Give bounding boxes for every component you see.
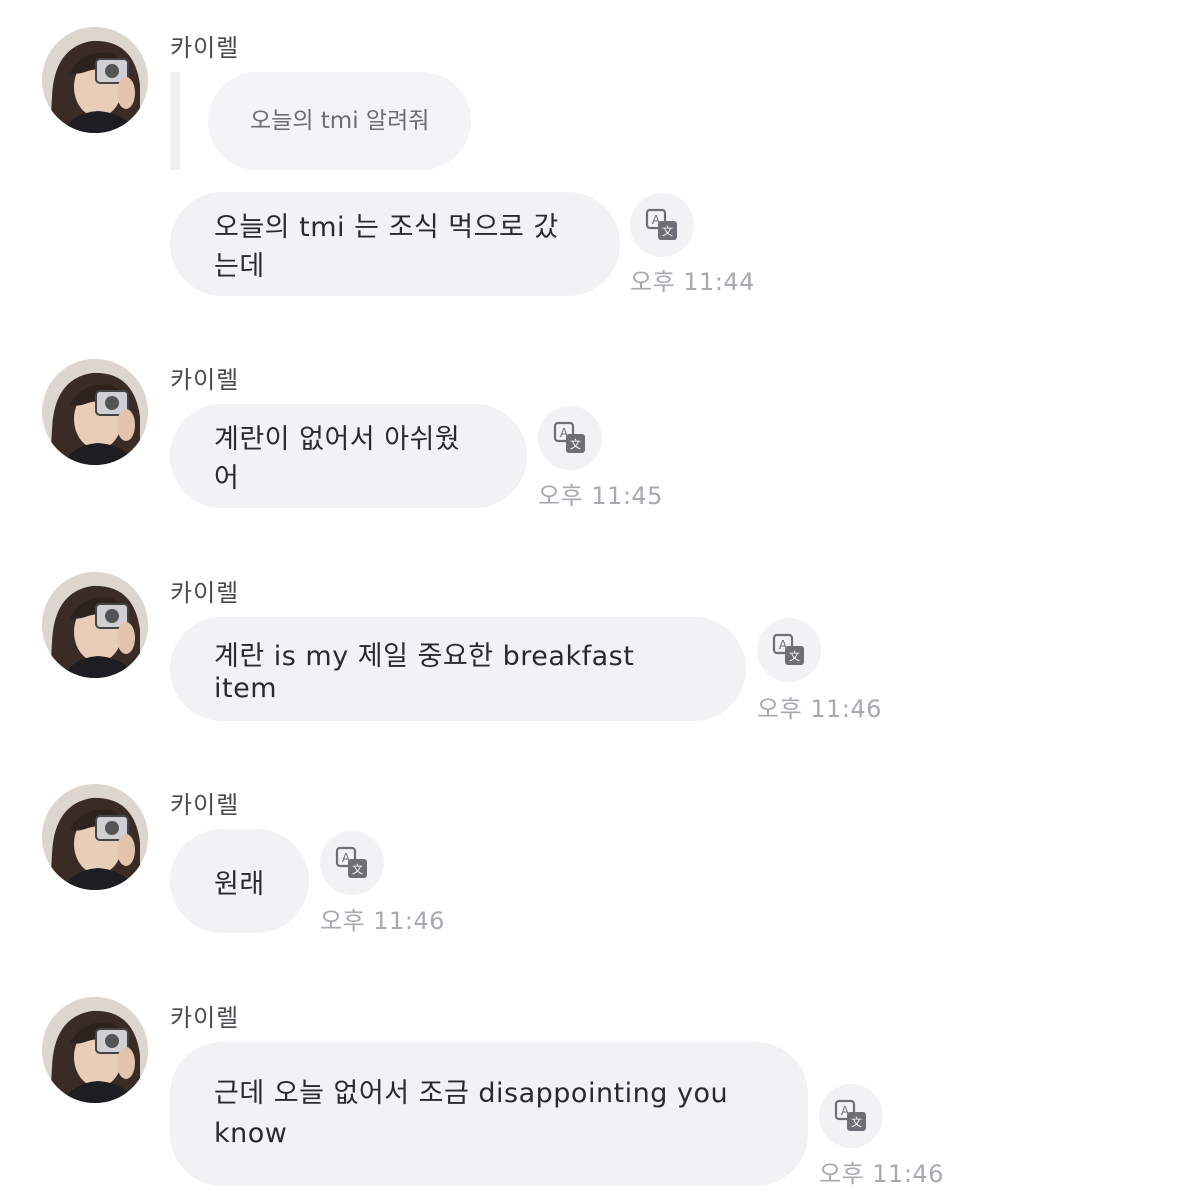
message-timestamp: 오후 11:44 xyxy=(630,268,755,296)
avatar[interactable] xyxy=(42,27,148,133)
svg-text:文: 文 xyxy=(662,224,673,238)
translate-icon: A 文 xyxy=(834,1099,866,1131)
message-timestamp: 오후 11:45 xyxy=(538,482,663,510)
translate-icon: A 文 xyxy=(335,846,367,878)
sender-name: 카이렐 xyxy=(170,366,240,394)
message-text-line: know xyxy=(214,1118,288,1149)
message-timestamp: 오후 11:46 xyxy=(819,1160,944,1188)
svg-text:文: 文 xyxy=(789,649,800,663)
translate-icon: A 文 xyxy=(645,208,677,240)
sender-name: 카이렐 xyxy=(170,791,240,819)
sender-name: 카이렐 xyxy=(170,34,240,62)
message-timestamp: 오후 11:46 xyxy=(320,907,445,935)
message-timestamp: 오후 11:46 xyxy=(757,695,882,723)
avatar[interactable] xyxy=(42,572,148,678)
translate-button[interactable]: A 文 xyxy=(320,831,384,895)
message-bubble[interactable]: 근데 오늘 없어서 조금 disappointing you know xyxy=(170,1042,808,1186)
avatar[interactable] xyxy=(42,784,148,890)
svg-text:文: 文 xyxy=(352,862,363,876)
message-bubble[interactable]: 계란 is my 제일 중요한 breakfast item xyxy=(170,617,746,721)
message-text-line: 근데 오늘 없어서 조금 disappointing you xyxy=(214,1078,729,1109)
translate-button[interactable]: A 文 xyxy=(630,193,694,257)
message-bubble[interactable]: 원래 xyxy=(170,829,309,933)
svg-text:文: 文 xyxy=(851,1115,862,1129)
translate-icon: A 文 xyxy=(772,633,804,665)
avatar[interactable] xyxy=(42,359,148,465)
sender-name: 카이렐 xyxy=(170,1004,240,1032)
avatar[interactable] xyxy=(42,997,148,1103)
sender-name: 카이렐 xyxy=(170,579,240,607)
message-bubble[interactable]: 계란이 없어서 아쉬웠어 xyxy=(170,404,527,508)
message-bubble[interactable]: 오늘의 tmi 는 조식 먹으로 갔는데 xyxy=(170,192,620,296)
reply-quote-text: 오늘의 tmi 알려줘 xyxy=(208,72,472,170)
reply-quote-bar xyxy=(170,72,180,170)
translate-button[interactable]: A 文 xyxy=(538,406,602,470)
reply-quote[interactable]: 오늘의 tmi 알려줘 xyxy=(170,72,472,170)
translate-button[interactable]: A 文 xyxy=(819,1084,883,1148)
svg-text:文: 文 xyxy=(570,437,581,451)
translate-icon: A 文 xyxy=(553,421,585,453)
translate-button[interactable]: A 文 xyxy=(757,618,821,682)
